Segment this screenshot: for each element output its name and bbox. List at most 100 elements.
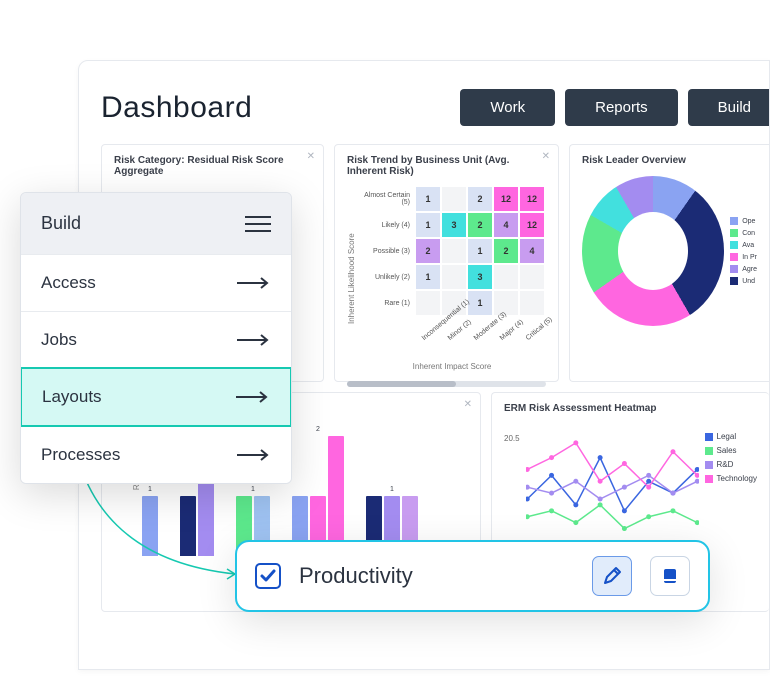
legend-item: In Pr bbox=[730, 253, 757, 261]
line-point bbox=[646, 514, 651, 519]
edit-button[interactable] bbox=[592, 556, 632, 596]
line-point bbox=[622, 485, 627, 490]
line-point bbox=[670, 491, 675, 496]
line-series bbox=[527, 475, 697, 499]
legend-item: Ava bbox=[730, 241, 757, 249]
heatmap-row-label: Unlikely (2) bbox=[358, 274, 414, 281]
legend-swatch bbox=[730, 277, 738, 285]
legend-swatch bbox=[730, 229, 738, 237]
heatmap-cell: 4 bbox=[520, 239, 544, 263]
heatmap-row-label: Likely (4) bbox=[358, 222, 414, 229]
arrow-right-icon bbox=[237, 333, 271, 347]
close-icon[interactable]: ✕ bbox=[464, 399, 472, 410]
book-button[interactable] bbox=[650, 556, 690, 596]
line-legend: Legal Sales R&D Technology bbox=[705, 432, 757, 564]
heatmap-cell: 2 bbox=[468, 187, 492, 211]
productivity-checkbox[interactable] bbox=[255, 563, 281, 589]
line-point bbox=[646, 485, 651, 490]
build-menu-item-layouts[interactable]: Layouts bbox=[20, 367, 292, 427]
line-point bbox=[598, 497, 603, 502]
hamburger-icon[interactable] bbox=[245, 215, 271, 233]
card-risk-leader: Risk Leader Overview OpeConAvaIn PrAgreU… bbox=[569, 144, 769, 382]
legend-swatch bbox=[730, 241, 738, 249]
legend-swatch bbox=[705, 461, 713, 469]
legend-swatch bbox=[730, 265, 738, 273]
heatmap-cell: 3 bbox=[442, 213, 466, 237]
line-point bbox=[549, 473, 554, 478]
work-button[interactable]: Work bbox=[460, 89, 555, 126]
bar-group: 2 bbox=[292, 436, 344, 556]
legend-item: Sales bbox=[705, 446, 757, 455]
y-axis-label: Inherent Likelihood Score bbox=[347, 187, 356, 371]
legend-label: R&D bbox=[717, 460, 734, 469]
bar bbox=[180, 496, 196, 556]
heatmap-cell bbox=[416, 291, 440, 315]
card-title: ERM Risk Assessment Heatmap bbox=[504, 403, 757, 414]
heatmap-x-label: Critical (5) bbox=[525, 321, 548, 342]
legend-item: Und bbox=[730, 277, 757, 285]
close-icon[interactable]: ✕ bbox=[307, 151, 315, 162]
legend-item: R&D bbox=[705, 460, 757, 469]
heatmap-cell bbox=[520, 265, 544, 289]
heatmap-cell: 2 bbox=[494, 239, 518, 263]
line-point bbox=[598, 479, 603, 484]
menu-item-label: Access bbox=[41, 273, 96, 293]
bar-value-label: 1 bbox=[251, 486, 255, 493]
legend-label: Technology bbox=[717, 474, 757, 483]
line-point bbox=[573, 520, 578, 525]
build-menu-title: Build bbox=[41, 213, 81, 234]
bar-value-label: 1 bbox=[148, 486, 152, 493]
line-point bbox=[598, 502, 603, 507]
heatmap-cell: 1 bbox=[416, 187, 440, 211]
heatmap-row-label: Almost Certain (5) bbox=[358, 192, 414, 206]
legend-swatch bbox=[705, 447, 713, 455]
heatmap-cell bbox=[442, 265, 466, 289]
line-point bbox=[573, 440, 578, 445]
legend-item: Legal bbox=[705, 432, 757, 441]
legend-label: Und bbox=[742, 278, 755, 285]
build-menu-item-jobs[interactable]: Jobs bbox=[21, 311, 291, 368]
x-axis-label: Inherent Impact Score bbox=[358, 362, 546, 371]
reports-button[interactable]: Reports bbox=[565, 89, 678, 126]
menu-item-label: Jobs bbox=[41, 330, 77, 350]
line-point bbox=[549, 455, 554, 460]
horizontal-scrollbar[interactable] bbox=[347, 381, 546, 387]
page-title: Dashboard bbox=[101, 91, 252, 125]
heatmap-cell: 1 bbox=[468, 291, 492, 315]
heatmap: Inherent Likelihood Score Almost Certain… bbox=[347, 187, 546, 371]
arrow-right-icon bbox=[236, 390, 270, 404]
heatmap-x-label: Minor (2) bbox=[447, 321, 470, 342]
line-point bbox=[573, 502, 578, 507]
line-series bbox=[527, 505, 697, 529]
y-tick: 20.5 bbox=[504, 434, 520, 443]
menu-item-label: Processes bbox=[41, 445, 120, 465]
legend-label: Ava bbox=[742, 242, 754, 249]
heatmap-cell: 1 bbox=[468, 239, 492, 263]
legend-label: In Pr bbox=[742, 254, 757, 261]
book-icon bbox=[660, 566, 680, 586]
pencil-icon bbox=[602, 566, 622, 586]
menu-item-label: Layouts bbox=[42, 387, 102, 407]
heatmap-row-label: Rare (1) bbox=[358, 300, 414, 307]
build-menu-item-processes[interactable]: Processes bbox=[21, 426, 291, 483]
heatmap-cell bbox=[494, 265, 518, 289]
legend-swatch bbox=[730, 217, 738, 225]
line-point bbox=[670, 508, 675, 513]
close-icon[interactable]: ✕ bbox=[542, 151, 550, 162]
build-menu-item-access[interactable]: Access bbox=[21, 254, 291, 311]
line-point bbox=[646, 473, 651, 478]
legend-label: Legal bbox=[717, 432, 737, 441]
line-point bbox=[598, 455, 603, 460]
heatmap-cell bbox=[442, 239, 466, 263]
legend-swatch bbox=[705, 475, 713, 483]
line-point bbox=[670, 449, 675, 454]
build-menu-header: Build bbox=[21, 193, 291, 254]
donut-chart bbox=[582, 176, 724, 326]
line-point bbox=[549, 491, 554, 496]
line-series bbox=[527, 458, 697, 511]
heatmap-cell: 3 bbox=[468, 265, 492, 289]
build-button[interactable]: Build bbox=[688, 89, 769, 126]
line-point bbox=[573, 479, 578, 484]
bar bbox=[328, 436, 344, 556]
legend-item: Agre bbox=[730, 265, 757, 273]
